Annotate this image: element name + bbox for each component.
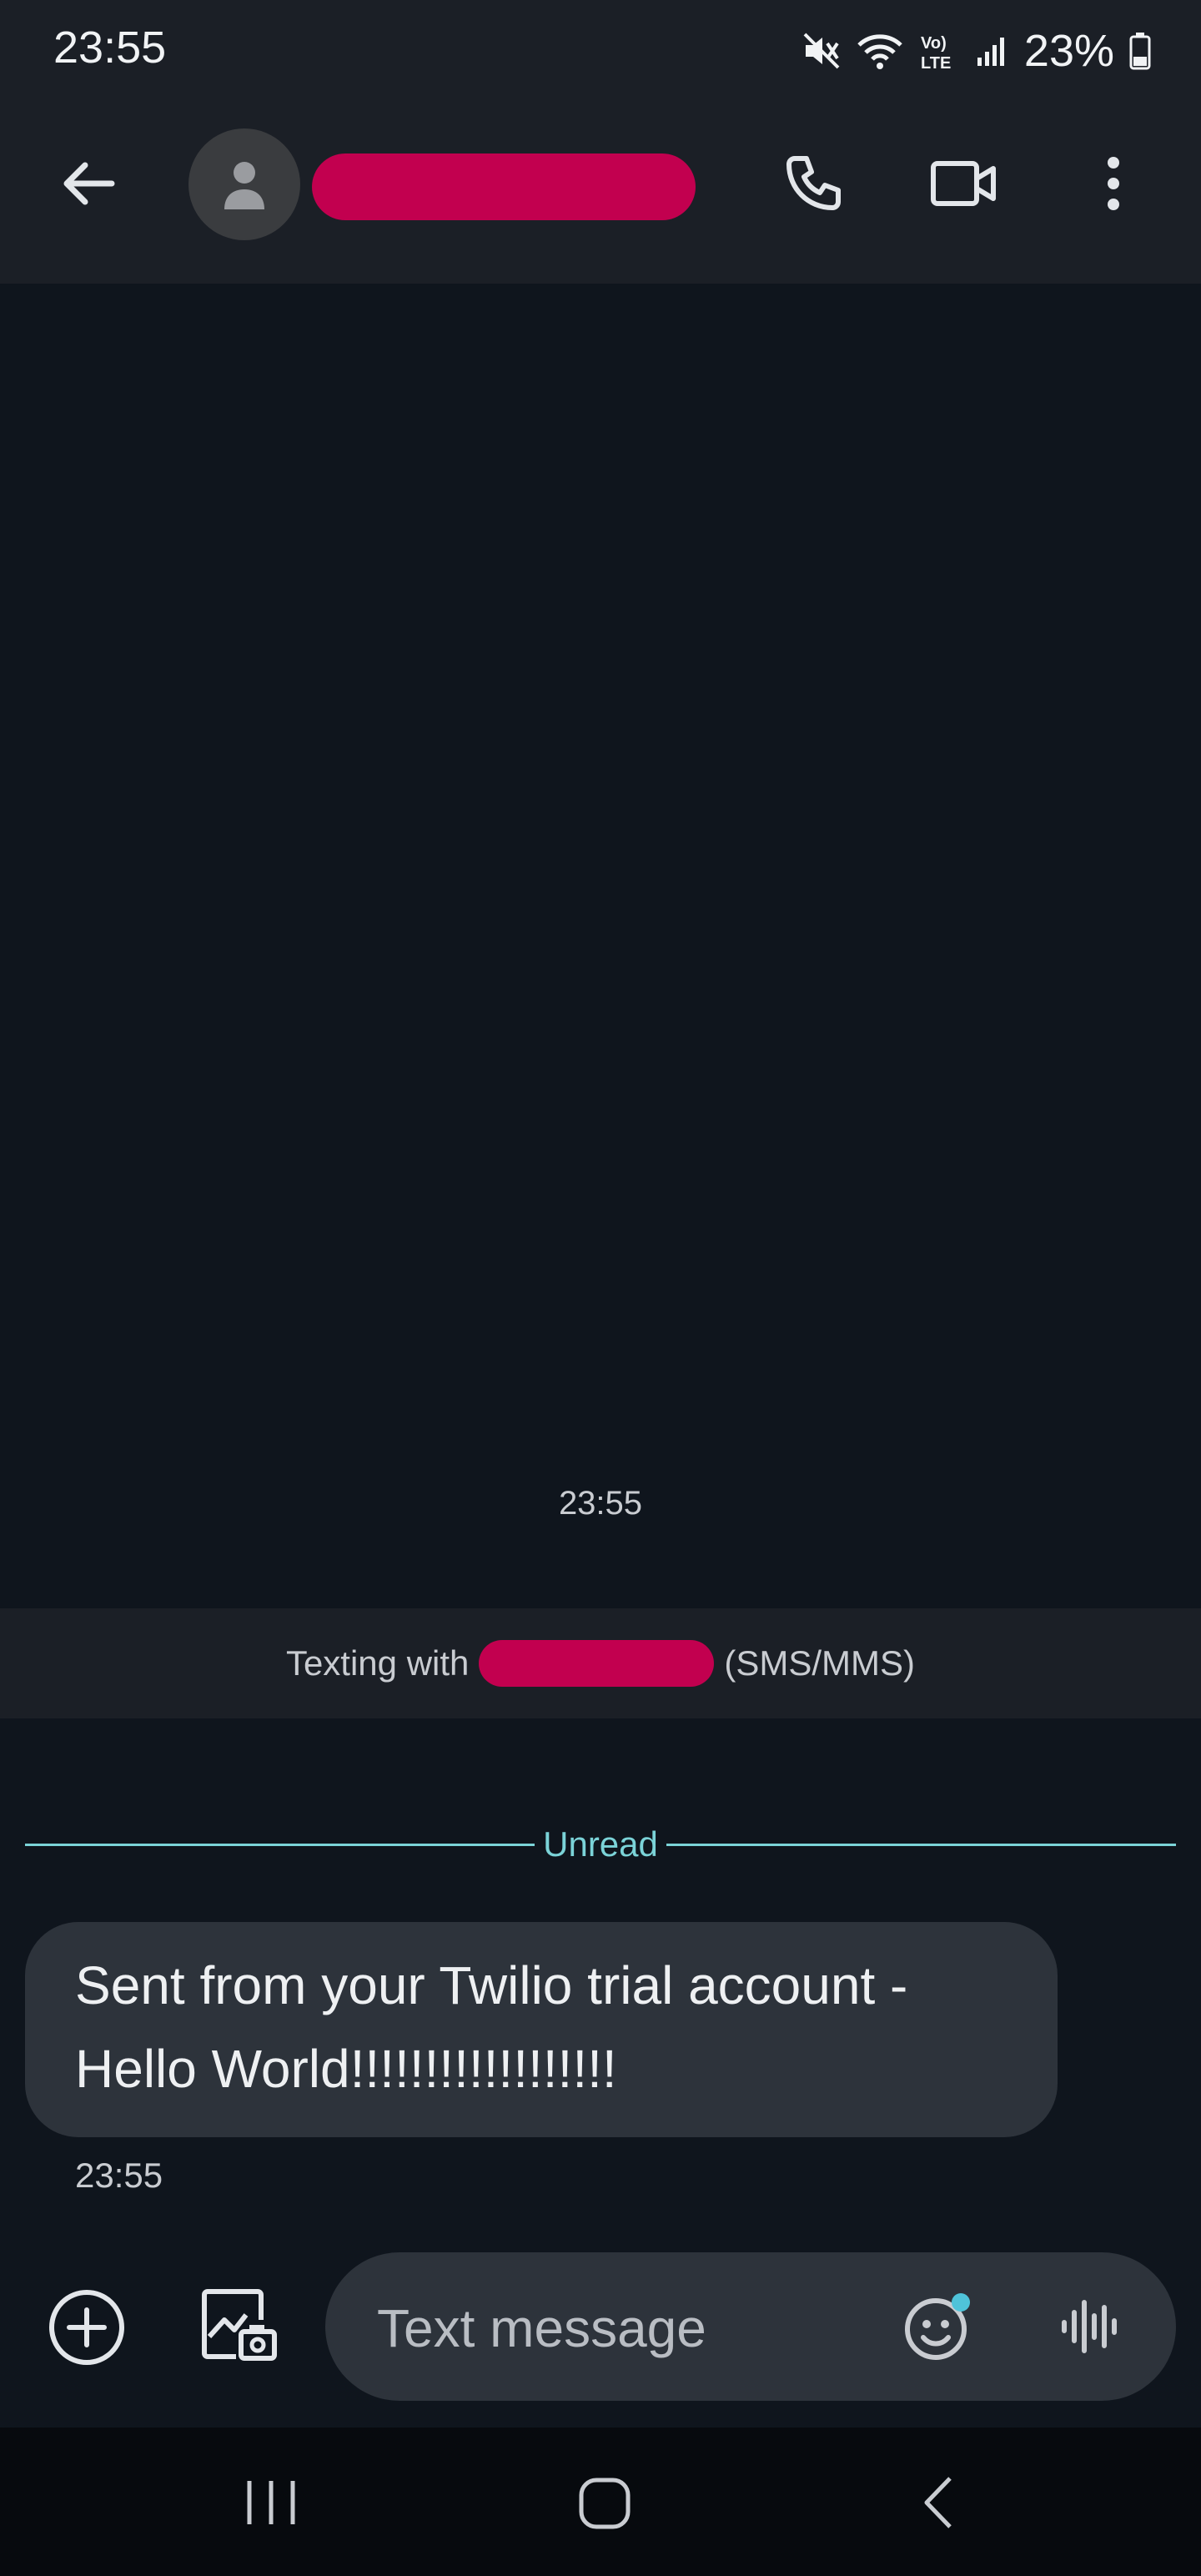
add-circle-icon bbox=[49, 2290, 124, 2365]
contact-avatar[interactable] bbox=[188, 128, 300, 240]
texting-number-redacted bbox=[479, 1640, 715, 1687]
unread-divider: Unread bbox=[25, 1824, 1177, 1865]
add-attachment-button[interactable] bbox=[43, 2284, 130, 2371]
mute-icon bbox=[802, 32, 841, 70]
conversation-timestamp: 23:55 bbox=[558, 1485, 643, 1522]
voice-waveform-icon bbox=[1062, 2300, 1117, 2353]
texting-with-suffix: (SMS/MMS) bbox=[724, 1643, 916, 1683]
signal-icon bbox=[976, 34, 1009, 68]
unread-label: Unread bbox=[543, 1824, 658, 1864]
recent-apps-icon bbox=[247, 2481, 295, 2524]
svg-text:LTE: LTE bbox=[921, 54, 951, 72]
svg-text:Vo): Vo) bbox=[921, 34, 947, 53]
back-button[interactable] bbox=[50, 150, 125, 217]
message-time: 23:55 bbox=[75, 2156, 163, 2195]
video-call-icon bbox=[931, 161, 996, 206]
more-vert-icon bbox=[1108, 157, 1119, 210]
wifi-icon bbox=[856, 32, 904, 70]
call-button[interactable] bbox=[776, 150, 851, 217]
texting-with-banner: Texting with (SMS/MMS) bbox=[0, 1608, 1201, 1718]
back-arrow-icon bbox=[63, 162, 115, 205]
person-icon bbox=[224, 162, 264, 209]
message-composer bbox=[325, 2252, 1176, 2401]
video-call-button[interactable] bbox=[926, 150, 1001, 217]
gallery-button[interactable] bbox=[193, 2281, 285, 2372]
home-icon bbox=[579, 2478, 631, 2529]
status-time: 23:55 bbox=[53, 23, 167, 73]
more-options-button[interactable] bbox=[1084, 150, 1143, 217]
message-text: Sent from your Twilio trial account - He… bbox=[75, 1955, 908, 2099]
texting-with-prefix: Texting with bbox=[285, 1643, 470, 1683]
battery-icon bbox=[1129, 32, 1151, 70]
status-icons: Vo) LTE 23% bbox=[802, 22, 1151, 80]
recent-apps-button[interactable] bbox=[225, 2469, 317, 2536]
phone-icon bbox=[786, 156, 841, 210]
unread-line-left bbox=[25, 1843, 535, 1846]
emoji-icon bbox=[905, 2293, 970, 2360]
emoji-button[interactable] bbox=[901, 2289, 976, 2364]
battery-percent: 23% bbox=[1023, 26, 1114, 76]
home-button[interactable] bbox=[559, 2466, 651, 2541]
contact-name-redacted[interactable] bbox=[312, 153, 696, 220]
gallery-camera-icon bbox=[202, 2289, 277, 2361]
text-message-input[interactable] bbox=[375, 2286, 846, 2371]
back-icon bbox=[924, 2477, 952, 2528]
voice-message-button[interactable] bbox=[1051, 2289, 1126, 2364]
volte-icon: Vo) LTE bbox=[919, 30, 961, 72]
nav-back-button[interactable] bbox=[892, 2469, 984, 2536]
unread-line-right bbox=[666, 1843, 1177, 1846]
